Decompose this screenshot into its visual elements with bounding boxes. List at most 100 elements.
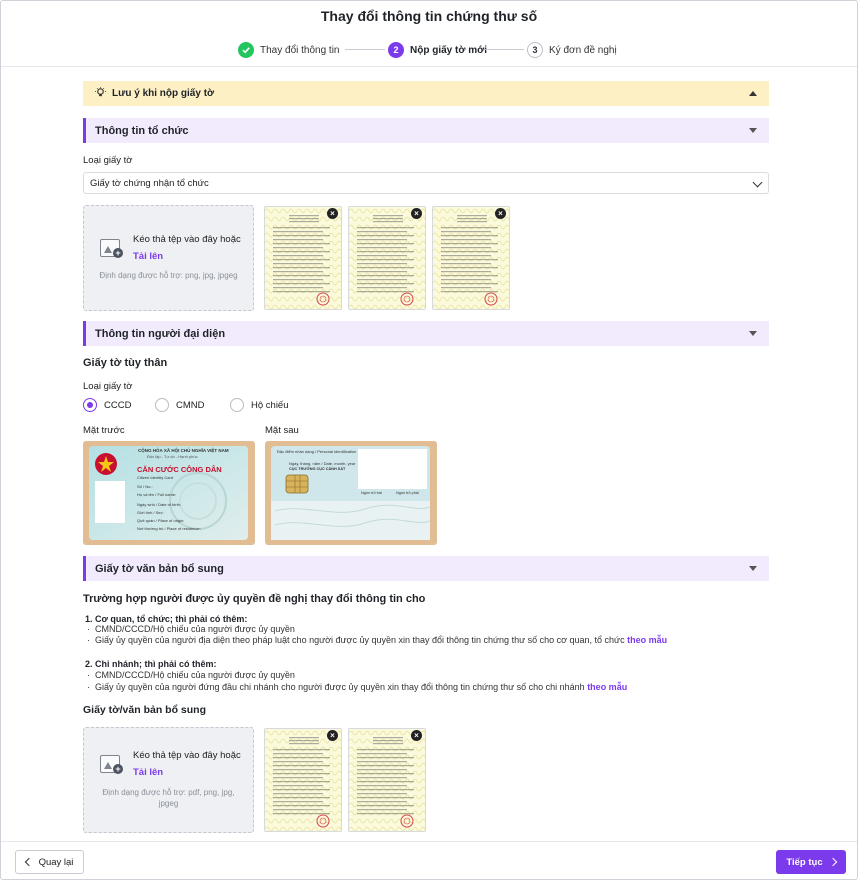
dropzone-text: Kéo thả tệp vào đây hoặc — [133, 750, 241, 761]
section-org-info[interactable]: Thông tin tổ chức — [83, 118, 769, 143]
footer-divider — [1, 841, 857, 842]
chevron-right-icon — [828, 857, 837, 867]
page-title: Thay đổi thông tin chứng thư số — [320, 8, 538, 24]
extra-dropzone[interactable]: + Kéo thả tệp vào đây hoặc Tải lên Định … — [83, 727, 254, 833]
plus-icon: + — [113, 248, 123, 258]
caret-up-icon[interactable] — [749, 91, 757, 96]
step-2-label: Nộp giấy tờ mới — [410, 44, 488, 56]
document-thumbnail[interactable] — [264, 728, 342, 832]
close-icon[interactable]: × — [411, 730, 422, 741]
plus-icon: + — [113, 764, 123, 774]
id-card-front[interactable]: CỘNG HÒA XÃ HỘI CHỦ NGHĨA VIỆT NAM Độc l… — [83, 441, 255, 545]
card-header-1: CỘNG HÒA XÃ HỘI CHỦ NGHĨA VIỆT NAM — [138, 448, 229, 453]
app-window: Thay đổi thông tin chứng thư số Thay đổi… — [0, 0, 858, 880]
card-field: Họ và tên / Full name: — [137, 492, 177, 497]
case-2-item-1: CMND/CCCD/Hộ chiếu của người được ủy quy… — [95, 670, 295, 680]
bullet: · — [87, 624, 95, 634]
dropzone-hint: Định dạng được hỗ trợ: png, jpg, jpgeg — [99, 271, 238, 280]
doc-type-label: Loại giấy tờ — [83, 155, 133, 166]
chevron-left-icon — [24, 857, 33, 867]
notice-panel[interactable]: Lưu ý khi nộp giấy tờ — [83, 81, 769, 106]
close-icon[interactable]: × — [495, 208, 506, 219]
back-button[interactable]: Quay lại — [15, 850, 84, 874]
id-docs-heading: Giấy tờ tùy thân — [83, 357, 168, 369]
caret-down-icon[interactable] — [749, 128, 757, 133]
step-2-number: 2 — [388, 42, 404, 58]
radio-cmnd[interactable] — [155, 398, 169, 412]
card-back-line: CỤC TRƯỞNG CỤC CẢNH SÁT — [289, 467, 346, 471]
doc-type-value: Giấy tờ chứng nhận tổ chức — [90, 177, 209, 189]
radio-passport[interactable] — [230, 398, 244, 412]
section-title: Thông tin tổ chức — [95, 124, 189, 137]
extra-heading: Trường hợp người được ủy quyền đề nghị t… — [83, 593, 426, 605]
card-back-line: Đặc điểm nhân dạng / Personal identifica… — [277, 449, 357, 454]
case-1-item-2: Giấy ủy quyền của người địa diện theo ph… — [95, 635, 625, 645]
bullet: · — [87, 635, 95, 645]
radio-cccd-label: CCCD — [104, 400, 132, 411]
list-item: · Giấy ủy quyền của người địa diện theo … — [87, 635, 667, 645]
document-thumbnail[interactable] — [432, 206, 510, 310]
card-field: Số / No.: — [137, 484, 153, 489]
notice-title: Lưu ý khi nộp giấy tờ — [112, 88, 215, 99]
document-thumbnail[interactable] — [348, 728, 426, 832]
template-link-2[interactable]: theo mẫu — [587, 682, 627, 692]
list-item: · CMND/CCCD/Hộ chiếu của người được ủy q… — [87, 624, 295, 634]
case-2-item-2: Giấy ủy quyền của người đứng đầu chi nhá… — [95, 682, 585, 692]
card-title: CĂN CƯỚC CÔNG DÂN — [137, 465, 222, 474]
close-icon[interactable]: × — [327, 730, 338, 741]
continue-button-label: Tiếp tục — [786, 856, 823, 868]
org-dropzone[interactable]: + Kéo thả tệp vào đây hoặc Tải lên Định … — [83, 205, 254, 311]
radio-cmnd-label: CMND — [176, 400, 205, 411]
bullet: · — [87, 670, 95, 680]
radio-cccd[interactable] — [83, 398, 97, 412]
section-extra-docs[interactable]: Giấy tờ văn bản bổ sung — [83, 556, 769, 581]
caret-down-icon[interactable] — [749, 566, 757, 571]
card-back-label: Ngón trỏ phải — [396, 491, 419, 495]
case-2-title: 2. Chi nhánh; thì phải có thêm: — [85, 659, 217, 669]
id-type-label: Loại giấy tờ — [83, 381, 133, 392]
card-field: Ngày sinh / Date of birth: — [137, 502, 182, 507]
card-field: Quê quán / Place of origin: — [137, 518, 185, 523]
close-icon[interactable]: × — [327, 208, 338, 219]
back-label: Mặt sau — [265, 425, 299, 436]
upload-link[interactable]: Tải lên — [133, 251, 163, 262]
card-field: Giới tính / Sex: — [137, 510, 164, 515]
step-connector — [484, 49, 524, 50]
case-1-item-1: CMND/CCCD/Hộ chiếu của người được ủy quy… — [95, 624, 295, 634]
id-card-back[interactable]: Đặc điểm nhân dạng / Personal identifica… — [265, 441, 437, 545]
check-icon — [238, 42, 254, 58]
dropzone-hint: jpgeg — [158, 799, 179, 808]
close-icon[interactable]: × — [411, 208, 422, 219]
step-3[interactable]: 3 Ký đơn đề nghị — [527, 41, 617, 59]
template-link-1[interactable]: theo mẫu — [627, 635, 667, 645]
upload-link[interactable]: Tải lên — [133, 767, 163, 778]
front-label: Mặt trước — [83, 425, 125, 436]
stepper: Thay đổi thông tin 2 Nộp giấy tờ mới 3 K… — [1, 41, 857, 59]
card-subtitle: Citizen Identity Card — [137, 475, 174, 480]
bullet: · — [87, 682, 95, 692]
list-item: · Giấy ủy quyền của người đứng đầu chi n… — [87, 682, 627, 692]
step-connector — [345, 49, 385, 50]
card-back-label: Ngón trỏ trái — [361, 491, 382, 495]
radio-passport-label: Hộ chiếu — [251, 400, 289, 411]
dropzone-text: Kéo thả tệp vào đây hoặc — [133, 234, 241, 245]
section-representative[interactable]: Thông tin người đại diện — [83, 321, 769, 346]
document-thumbnail[interactable] — [348, 206, 426, 310]
extra-upload-heading: Giấy tờ/văn bản bổ sung — [83, 704, 206, 716]
step-3-label: Ký đơn đề nghị — [549, 44, 617, 56]
doc-type-select[interactable]: Giấy tờ chứng nhận tổ chức — [83, 172, 769, 194]
document-thumbnail[interactable] — [264, 206, 342, 310]
section-title: Thông tin người đại diện — [95, 327, 226, 340]
card-header-2: Độc lập - Tự do - Hạnh phúc — [147, 454, 198, 459]
chevron-down-icon — [752, 177, 763, 188]
caret-down-icon[interactable] — [749, 331, 757, 336]
step-1-label: Thay đổi thông tin — [260, 44, 340, 56]
step-1[interactable]: Thay đổi thông tin — [238, 41, 340, 59]
continue-button[interactable]: Tiếp tục — [776, 850, 846, 874]
back-button-label: Quay lại — [38, 856, 74, 868]
case-1-title: 1. Cơ quan, tổ chức; thì phải có thêm: — [85, 614, 248, 624]
step-2[interactable]: 2 Nộp giấy tờ mới — [388, 41, 487, 59]
step-3-number: 3 — [527, 42, 543, 58]
card-field: Nơi thường trú / Place of residence: — [137, 526, 201, 531]
section-title: Giấy tờ văn bản bổ sung — [95, 562, 224, 575]
